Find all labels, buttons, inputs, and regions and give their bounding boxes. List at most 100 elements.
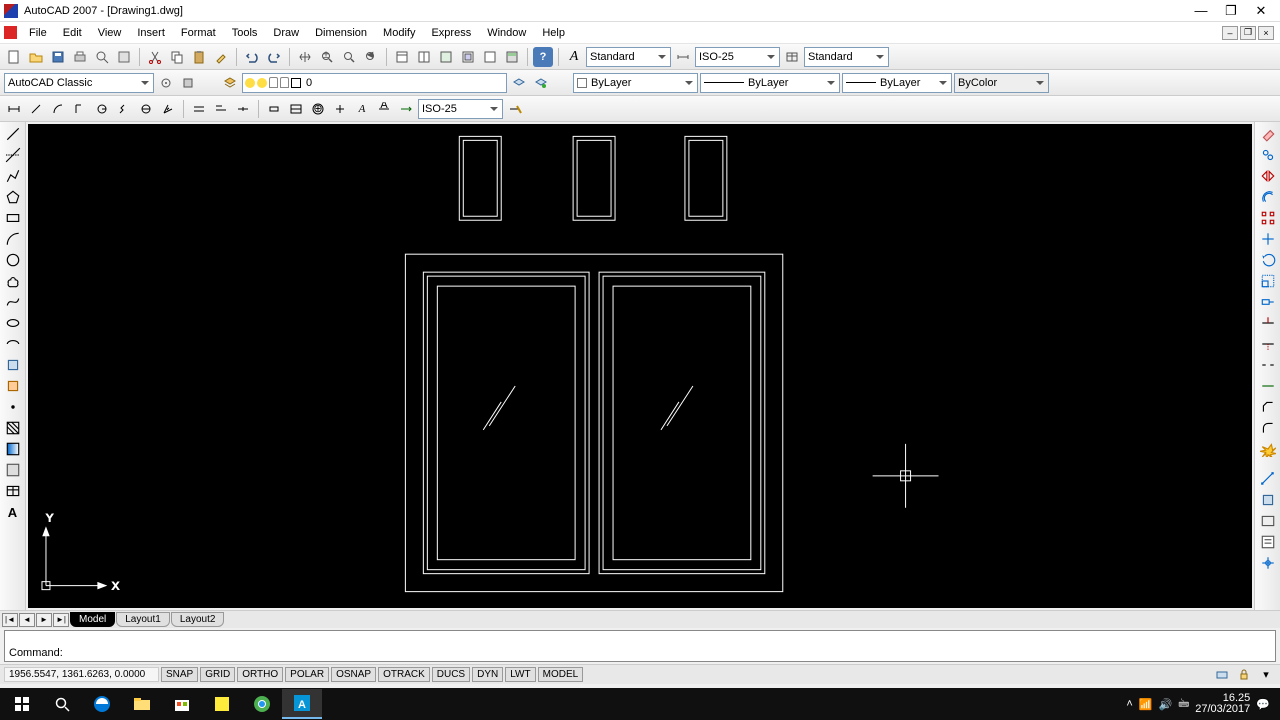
menu-edit[interactable]: Edit	[55, 25, 90, 41]
ortho-toggle[interactable]: ORTHO	[237, 667, 283, 682]
menu-draw[interactable]: Draw	[265, 25, 307, 41]
dim-update-button[interactable]	[396, 99, 416, 119]
ellipse-button[interactable]	[4, 314, 22, 332]
hatch-button[interactable]	[4, 419, 22, 437]
toolpalettes-button[interactable]	[436, 47, 456, 67]
task-notes[interactable]	[202, 689, 242, 719]
mdi-restore[interactable]: ❐	[1240, 26, 1256, 40]
dimstyle-dropdown[interactable]: ISO-25	[695, 47, 780, 67]
start-button[interactable]	[2, 689, 42, 719]
join-button[interactable]	[1259, 377, 1277, 395]
rotate-button[interactable]	[1259, 251, 1277, 269]
workspace-save-button[interactable]	[178, 73, 198, 93]
move-button[interactable]	[1259, 230, 1277, 248]
command-line[interactable]: Command:	[4, 630, 1276, 662]
lwt-toggle[interactable]: LWT	[505, 667, 535, 682]
layerprev-button[interactable]	[509, 73, 529, 93]
polar-toggle[interactable]: POLAR	[285, 667, 329, 682]
undo-button[interactable]	[242, 47, 262, 67]
menu-modify[interactable]: Modify	[375, 25, 423, 41]
tray-volume-icon[interactable]: 🔊	[1159, 698, 1173, 711]
dimstyle-icon[interactable]	[673, 47, 693, 67]
redo-button[interactable]	[264, 47, 284, 67]
mdi-minimize[interactable]: –	[1222, 26, 1238, 40]
layermgr-button[interactable]	[220, 73, 240, 93]
menu-express[interactable]: Express	[423, 25, 479, 41]
menu-file[interactable]: File	[21, 25, 55, 41]
dim-aligned-button[interactable]	[26, 99, 46, 119]
textstyle-dropdown[interactable]: Standard	[586, 47, 671, 67]
plot-button[interactable]	[70, 47, 90, 67]
taskbar-clock[interactable]: 16.25 27/03/2017	[1195, 693, 1250, 715]
makeblock-button[interactable]	[4, 377, 22, 395]
dim-linear-button[interactable]	[4, 99, 24, 119]
tray-chevron-icon[interactable]: ˄	[1126, 698, 1132, 710]
ducs-toggle[interactable]: DUCS	[432, 667, 470, 682]
status-comm-icon[interactable]	[1212, 665, 1232, 685]
pan-button[interactable]	[295, 47, 315, 67]
dim-baseline-button[interactable]	[211, 99, 231, 119]
quickcalc-button[interactable]	[502, 47, 522, 67]
list-button[interactable]	[1259, 533, 1277, 551]
region2-button[interactable]	[1259, 512, 1277, 530]
drawing-canvas[interactable]: Y X	[28, 124, 1252, 608]
erase-button[interactable]	[1259, 125, 1277, 143]
point-button[interactable]	[4, 398, 22, 416]
tab-last[interactable]: ►|	[53, 613, 69, 627]
plotstyle-dropdown[interactable]: ByColor	[954, 73, 1049, 93]
dim-continue-button[interactable]	[233, 99, 253, 119]
maximize-button[interactable]: ❐	[1216, 2, 1246, 20]
markup-button[interactable]	[480, 47, 500, 67]
copy-button[interactable]	[167, 47, 187, 67]
area-button[interactable]	[1259, 491, 1277, 509]
snap-toggle[interactable]: SNAP	[161, 667, 198, 682]
status-lock-icon[interactable]	[1234, 665, 1254, 685]
arc-button[interactable]	[4, 230, 22, 248]
mdi-close[interactable]: ×	[1258, 26, 1274, 40]
dim-centermark-button[interactable]	[330, 99, 350, 119]
menu-dimension[interactable]: Dimension	[307, 25, 375, 41]
workspace-dropdown[interactable]: AutoCAD Classic	[4, 73, 154, 93]
help-button[interactable]: ?	[533, 47, 553, 67]
lineweight-dropdown[interactable]: ByLayer	[842, 73, 952, 93]
layerstate-button[interactable]	[531, 73, 551, 93]
save-button[interactable]	[48, 47, 68, 67]
dyn-toggle[interactable]: DYN	[472, 667, 503, 682]
layer-dropdown[interactable]: 0	[242, 73, 507, 93]
status-tray-icon[interactable]: ▾	[1256, 665, 1276, 685]
menu-help[interactable]: Help	[534, 25, 573, 41]
spline-button[interactable]	[4, 293, 22, 311]
tab-first[interactable]: |◄	[2, 613, 18, 627]
extend-button[interactable]	[1259, 335, 1277, 353]
polygon-button[interactable]	[4, 188, 22, 206]
designcenter-button[interactable]	[414, 47, 434, 67]
break-button[interactable]	[1259, 356, 1277, 374]
ellipsearc-button[interactable]	[4, 335, 22, 353]
task-edge[interactable]	[82, 689, 122, 719]
osnap-toggle[interactable]: OSNAP	[331, 667, 376, 682]
properties-button[interactable]	[392, 47, 412, 67]
zoom-window-button[interactable]	[339, 47, 359, 67]
tray-notifications-icon[interactable]: 💬	[1256, 698, 1270, 711]
dim-ordinate-button[interactable]	[70, 99, 90, 119]
distance-button[interactable]	[1259, 470, 1277, 488]
array-button[interactable]	[1259, 209, 1277, 227]
menu-format[interactable]: Format	[173, 25, 224, 41]
region-button[interactable]	[4, 461, 22, 479]
paste-button[interactable]	[189, 47, 209, 67]
minimize-button[interactable]: —	[1186, 2, 1216, 20]
polyline-button[interactable]	[4, 167, 22, 185]
offset-button[interactable]	[1259, 188, 1277, 206]
linetype-dropdown[interactable]: ByLayer	[700, 73, 840, 93]
color-dropdown[interactable]: ByLayer	[573, 73, 698, 93]
insert-button[interactable]	[4, 356, 22, 374]
gradient-button[interactable]	[4, 440, 22, 458]
dim-quick-button[interactable]	[189, 99, 209, 119]
tab-layout1[interactable]: Layout1	[116, 612, 170, 627]
tab-layout2[interactable]: Layout2	[171, 612, 225, 627]
table-button[interactable]	[4, 482, 22, 500]
scale-button[interactable]	[1259, 272, 1277, 290]
search-button[interactable]	[42, 689, 82, 719]
trim-button[interactable]	[1259, 314, 1277, 332]
menu-view[interactable]: View	[90, 25, 130, 41]
